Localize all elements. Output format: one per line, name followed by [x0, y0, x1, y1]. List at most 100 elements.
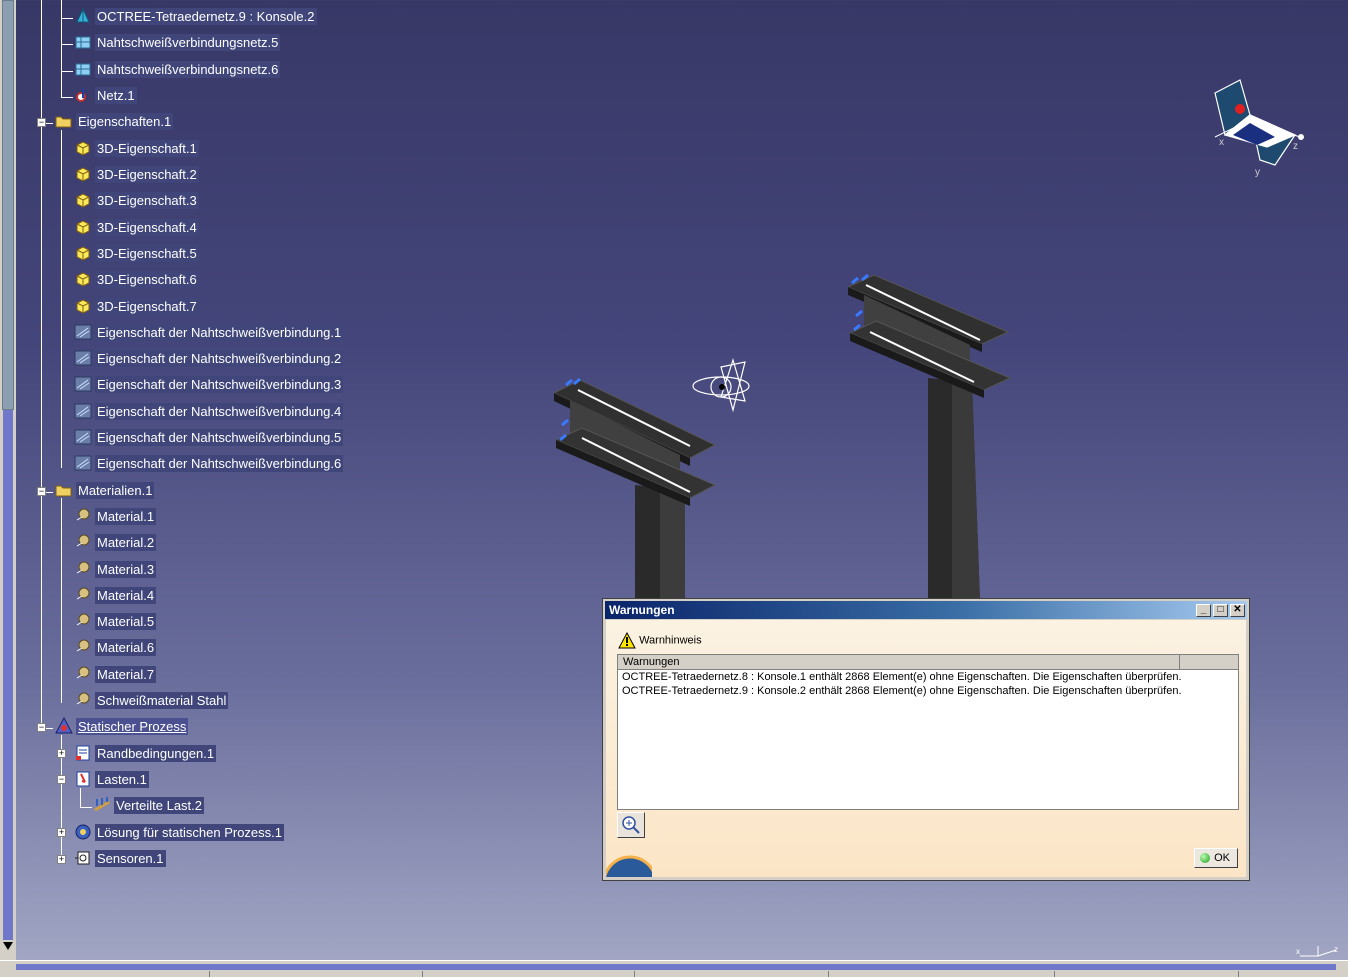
tree-node-label: 3D-Eigenschaft.4 [95, 219, 199, 236]
dialog-titlebar[interactable]: Warnungen _ □ ✕ [605, 601, 1247, 619]
orientation-compass-icon[interactable]: x y z [1205, 75, 1315, 180]
tree-node-label: OCTREE-Tetraedernetz.9 : Konsole.2 [95, 8, 317, 25]
collapse-toggle-icon[interactable]: − [37, 723, 46, 732]
distributed-load-icon [94, 797, 110, 812]
warnings-list[interactable]: Warnungen OCTREE-Tetraedernetz.8 : Konso… [617, 654, 1239, 810]
compass-manipulator-icon[interactable] [692, 357, 750, 413]
material-icon [76, 639, 90, 652]
tree-node-weld-property-3[interactable]: Eigenschaft der Nahtschweißverbindung.3 [74, 376, 344, 396]
tree-node-label: 3D-Eigenschaft.2 [95, 166, 199, 183]
tree-node-3d-property-1[interactable]: 3D-Eigenschaft.1 [74, 140, 199, 160]
tree-node-material-4[interactable]: Material.4 [74, 587, 157, 607]
tree-node-distributed-load[interactable]: Verteilte Last.2 [93, 797, 204, 817]
tree-node-3d-property-3[interactable]: 3D-Eigenschaft.3 [74, 192, 199, 212]
tree-node-material-1[interactable]: Material.1 [74, 508, 157, 528]
status-separator [209, 971, 210, 977]
tree-node-weld-property-6[interactable]: Eigenschaft der Nahtschweißverbindung.6 [74, 455, 344, 475]
tree-node-materials[interactable]: Materialien.1 [55, 482, 155, 502]
tree-node-mesh-1[interactable]: Netz.1 [74, 87, 137, 107]
tree-node-sensors[interactable]: Sensoren.1 [74, 850, 166, 870]
expand-toggle-icon[interactable]: + [57, 828, 66, 837]
compass-x-label: x [1219, 137, 1224, 148]
tree-node-label: Verteilte Last.2 [114, 797, 204, 814]
svg-text:x: x [1296, 947, 1300, 956]
tree-node-label: Material.5 [95, 613, 157, 630]
tree-node-material-2[interactable]: Material.2 [74, 534, 157, 554]
tree-node-label: Statischer Prozess [76, 718, 189, 735]
status-separator [1054, 971, 1055, 977]
tree-node-label: Eigenschaft der Nahtschweißverbindung.3 [95, 376, 344, 393]
maximize-button[interactable]: □ [1213, 604, 1228, 617]
magnifier-icon [622, 816, 640, 834]
collapse-toggle-icon[interactable]: − [57, 775, 66, 784]
tree-node-restraints[interactable]: Randbedingungen.1 [74, 745, 217, 765]
material-icon [76, 534, 90, 547]
weld-property-icon [74, 403, 92, 419]
status-separator [422, 971, 423, 977]
expand-toggle-icon[interactable]: + [57, 749, 66, 758]
tree-node-label: Schweißmaterial Stahl [95, 692, 229, 709]
tree-node-weld-property-1[interactable]: Eigenschaft der Nahtschweißverbindung.1 [74, 324, 344, 344]
scrollbar-track[interactable] [16, 964, 1336, 970]
dialog-body: Warnhinweis Warnungen OCTREE-Tetraederne… [606, 620, 1246, 877]
ok-button[interactable]: OK [1194, 848, 1238, 868]
tree-node-static-case[interactable]: Statischer Prozess [55, 717, 189, 738]
warning-icon [618, 631, 636, 649]
folder-icon [55, 116, 72, 128]
tree-node-solution[interactable]: Lösung für statischen Prozess.1 [74, 824, 284, 844]
globe-decoration-icon [606, 855, 652, 877]
zoom-button[interactable] [617, 812, 645, 838]
3d-property-icon [76, 141, 90, 156]
close-button[interactable]: ✕ [1230, 604, 1245, 617]
column-header-warnings[interactable]: Warnungen [618, 655, 1180, 670]
tree-node-label: Nahtschweißverbindungsnetz.5 [95, 34, 281, 51]
3d-property-icon [76, 220, 90, 235]
tree-node-seam-weld-mesh-5[interactable]: Nahtschweißverbindungsnetz.5 [74, 34, 281, 54]
tree-node-material-5[interactable]: Material.5 [74, 613, 157, 633]
tree-node-weld-property-4[interactable]: Eigenschaft der Nahtschweißverbindung.4 [74, 403, 344, 423]
axis-triad-icon: x z [1296, 945, 1338, 957]
collapse-toggle-icon[interactable]: − [37, 118, 46, 127]
tree-node-label: Eigenschaft der Nahtschweißverbindung.4 [95, 403, 344, 420]
beam-left [552, 377, 717, 600]
tree-node-label: 3D-Eigenschaft.6 [95, 271, 199, 288]
expand-toggle-icon[interactable]: + [57, 855, 66, 864]
tree-node-material-3[interactable]: Material.3 [74, 561, 157, 581]
dialog-title: Warnungen [609, 603, 675, 617]
warning-message[interactable]: OCTREE-Tetraedernetz.8 : Konsole.1 enthä… [622, 671, 1182, 684]
tree-node-3d-property-6[interactable]: 3D-Eigenschaft.6 [74, 271, 199, 291]
tree-node-label: Eigenschaft der Nahtschweißverbindung.1 [95, 324, 344, 341]
material-icon [76, 692, 90, 705]
column-header-empty[interactable] [1180, 655, 1238, 670]
tree-node-material-6[interactable]: Material.6 [74, 639, 157, 659]
vertical-scrollbar[interactable] [0, 0, 16, 960]
tree-node-seam-weld-mesh-6[interactable]: Nahtschweißverbindungsnetz.6 [74, 61, 281, 81]
tree-node-weld-property-2[interactable]: Eigenschaft der Nahtschweißverbindung.2 [74, 350, 344, 370]
tree-node-weld-property-5[interactable]: Eigenschaft der Nahtschweißverbindung.5 [74, 429, 344, 449]
tree-node-3d-property-4[interactable]: 3D-Eigenschaft.4 [74, 219, 199, 239]
horizontal-scrollbar[interactable] [0, 960, 1348, 977]
tree-node-loads[interactable]: Lasten.1 [74, 771, 149, 791]
tree-node-3d-property-2[interactable]: 3D-Eigenschaft.2 [74, 166, 199, 186]
warning-message[interactable]: OCTREE-Tetraedernetz.9 : Konsole.2 enthä… [622, 685, 1182, 698]
restraints-icon [76, 745, 90, 761]
scrollbar-thumb[interactable] [2, 0, 14, 410]
minimize-button[interactable]: _ [1196, 604, 1211, 617]
tree-node-label: Material.3 [95, 561, 157, 578]
scrollbar-track[interactable] [3, 410, 13, 940]
tree-node-label: Randbedingungen.1 [95, 745, 217, 762]
tree-node-label: Lasten.1 [95, 771, 149, 788]
collapse-toggle-icon[interactable]: − [37, 487, 46, 496]
mesh-icon [76, 88, 86, 102]
material-icon [76, 666, 90, 679]
3d-property-icon [76, 193, 90, 208]
tree-node-3d-property-5[interactable]: 3D-Eigenschaft.5 [74, 245, 199, 265]
tree-node-octree-mesh-9[interactable]: OCTREE-Tetraedernetz.9 : Konsole.2 [74, 7, 317, 28]
scroll-down-arrow-icon[interactable] [3, 942, 13, 950]
tree-node-properties[interactable]: Eigenschaften.1 [55, 113, 174, 133]
tree-node-weld-material-steel[interactable]: Schweißmaterial Stahl [74, 692, 229, 712]
tree-node-3d-property-7[interactable]: 3D-Eigenschaft.7 [74, 298, 199, 318]
tree-node-material-7[interactable]: Material.7 [74, 666, 157, 686]
tree-node-label: Eigenschaft der Nahtschweißverbindung.6 [95, 455, 344, 472]
3d-model-viewport[interactable] [540, 260, 1040, 600]
